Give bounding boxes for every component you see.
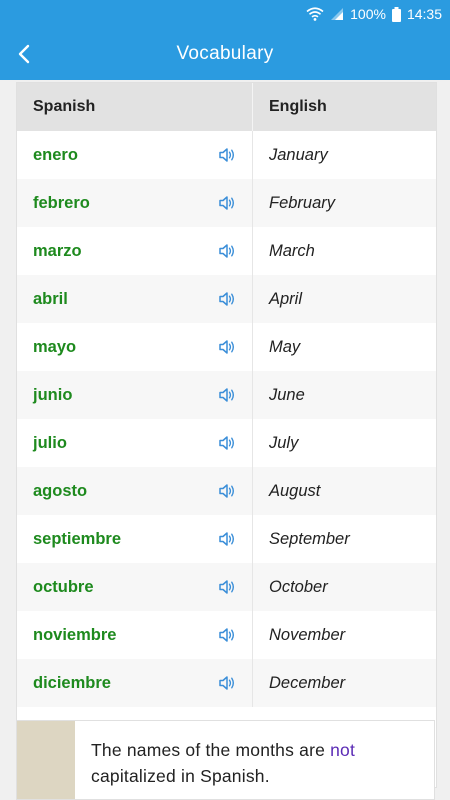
signal-icon [330, 7, 344, 21]
spanish-word: febrero [33, 193, 90, 212]
speaker-icon[interactable] [217, 577, 237, 597]
note-accent-bar [17, 721, 76, 799]
header-english: English [269, 98, 327, 115]
status-bar: 100% 14:35 [0, 0, 450, 28]
spanish-word: octubre [33, 577, 94, 596]
spanish-word: junio [33, 385, 73, 404]
table-row: septiembre September [17, 515, 436, 563]
speaker-icon[interactable] [217, 193, 237, 213]
speaker-icon[interactable] [217, 385, 237, 405]
speaker-icon[interactable] [217, 481, 237, 501]
spanish-word: julio [33, 433, 67, 452]
table-row: agosto August [17, 467, 436, 515]
table-row: noviembre November [17, 611, 436, 659]
english-word: March [269, 241, 315, 260]
table-header: Spanish English [17, 83, 436, 131]
clock: 14:35 [406, 6, 442, 22]
english-word: October [269, 577, 328, 596]
spanish-word: mayo [33, 337, 77, 356]
english-word: July [269, 433, 299, 452]
back-button[interactable] [10, 40, 38, 68]
spanish-word: noviembre [33, 625, 117, 644]
chevron-left-icon [18, 44, 30, 64]
english-word: January [269, 145, 328, 164]
speaker-icon[interactable] [217, 241, 237, 261]
note-text-before: The names of the months are [91, 740, 331, 760]
spanish-word: septiembre [33, 529, 122, 548]
vocabulary-table: Spanish English enero January febrero Febru… [16, 82, 437, 788]
speaker-icon[interactable] [217, 673, 237, 693]
battery-percent: 100% [350, 6, 386, 22]
spanish-word: agosto [33, 481, 88, 500]
english-word: September [269, 529, 350, 548]
english-word: February [269, 193, 336, 212]
english-word: April [269, 289, 303, 308]
note-card: The names of the months are not capitali… [16, 720, 435, 800]
speaker-icon[interactable] [217, 433, 237, 453]
table-row: enero January [17, 131, 436, 179]
speaker-icon[interactable] [217, 529, 237, 549]
table-row: abril April [17, 275, 436, 323]
table-row: diciembre December [17, 659, 436, 707]
spanish-word: enero [33, 145, 78, 164]
english-word: May [269, 337, 301, 356]
wifi-icon [306, 7, 324, 21]
table-row: julio July [17, 419, 436, 467]
page-title: Vocabulary [176, 43, 274, 64]
table-row: junio June [17, 371, 436, 419]
english-word: November [269, 625, 346, 644]
spanish-word: diciembre [33, 673, 111, 692]
battery-icon [391, 6, 401, 22]
note-highlight: not [330, 740, 356, 760]
spanish-word: marzo [33, 241, 82, 260]
speaker-icon[interactable] [217, 145, 237, 165]
english-word: June [269, 385, 305, 404]
english-word: August [269, 481, 321, 500]
content-area[interactable]: Spanish English enero January febrero Febru… [0, 80, 450, 800]
note-text-after: capitalized in Spanish. [91, 766, 270, 786]
speaker-icon[interactable] [217, 625, 237, 645]
header-spanish: Spanish [33, 98, 96, 115]
speaker-icon[interactable] [217, 337, 237, 357]
spanish-word: abril [33, 289, 68, 308]
note-text: The names of the months are not capitali… [75, 721, 434, 799]
english-word: December [269, 673, 346, 692]
speaker-icon[interactable] [217, 289, 237, 309]
table-row: mayo May [17, 323, 436, 371]
table-row: octubre October [17, 563, 436, 611]
table-row: marzo March [17, 227, 436, 275]
table-row: febrero February [17, 179, 436, 227]
app-bar: Vocabulary [0, 28, 450, 80]
